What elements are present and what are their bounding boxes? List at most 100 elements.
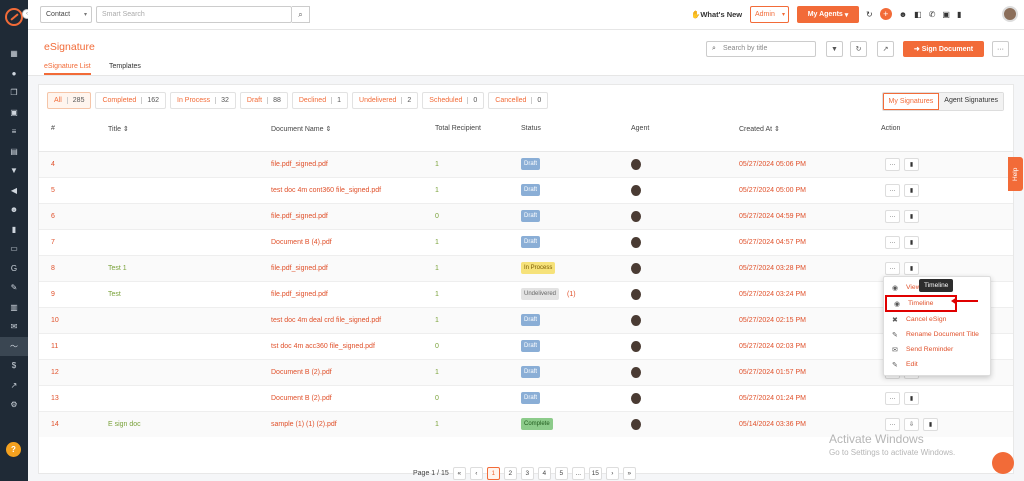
add-icon[interactable]: + [879,8,892,20]
delete-icon[interactable]: ▮ [904,210,919,223]
more-actions-button[interactable]: ··· [885,210,900,223]
filter-scheduled[interactable]: Scheduled 0 [422,92,485,109]
row-document-name[interactable]: test doc 4m cont360 file_signed.pdf [271,187,381,194]
filter-icon[interactable]: ▼ [0,161,28,181]
filter-all[interactable]: All 285 [47,92,92,109]
filter-cancelled[interactable]: Cancelled 0 [488,92,549,109]
prev-page-button[interactable]: ‹ [469,467,483,480]
menu-item-cancel-esign[interactable]: ✖ Cancel eSign [884,312,990,327]
row-document-name[interactable]: tst doc 4m acc360 file_signed.pdf [271,343,375,350]
my-signatures-button[interactable]: My Signatures [882,93,940,110]
first-page-button[interactable]: « [452,467,466,480]
more-actions-button[interactable]: ··· [885,236,900,249]
more-actions-button[interactable]: ··· [885,262,900,275]
row-document-name[interactable]: Document B (2).pdf [271,395,332,402]
whats-new-link[interactable]: ✋What's New [691,10,742,19]
settings-icon[interactable]: ⚙ [0,395,28,415]
col-created-at[interactable]: Created At ⇕ [739,125,780,133]
sign-document-button[interactable]: ➜ Sign Document [903,41,984,57]
tab-templates[interactable]: Templates [109,63,141,70]
next-page-button[interactable]: › [605,467,619,480]
user-avatar[interactable] [1002,6,1018,22]
row-document-name[interactable]: test doc 4m deal crd file_signed.pdf [271,317,381,324]
title-search-input[interactable]: ⌕ Search by title [706,41,816,57]
row-document-name[interactable]: file.pdf_signed.pdf [271,265,328,272]
more-actions-button[interactable]: ··· [885,392,900,405]
mail-icon[interactable]: ✉ [0,317,28,337]
google-icon[interactable]: G [0,259,28,279]
filter-button[interactable]: ▼ [826,41,843,57]
col-title[interactable]: Title ⇕ [108,125,129,133]
trash-icon[interactable]: ▮ [957,10,961,19]
page-button[interactable]: 5 [554,467,568,480]
col-document-name[interactable]: Document Name ⇕ [271,125,331,133]
refresh-icon[interactable]: ↻ [866,10,873,19]
page-button[interactable]: 3 [520,467,534,480]
page-button[interactable]: 1 [486,467,500,480]
toggle-icon[interactable]: ◧ [914,10,922,19]
chip-icon[interactable]: ▣ [942,10,950,19]
dashboard-icon[interactable]: ▦ [0,44,28,64]
more-actions-button[interactable]: ··· [885,184,900,197]
pen-icon[interactable]: ✎ [0,278,28,298]
calendar2-icon[interactable]: ▥ [0,298,28,318]
trend-icon[interactable]: ↗ [0,376,28,396]
filter-completed[interactable]: Completed 162 [95,92,167,109]
dollar-icon[interactable]: $ [0,356,28,376]
my-agents-button[interactable]: My Agents ▾ [797,6,859,23]
refresh-button[interactable]: ↻ [850,41,867,57]
row-document-name[interactable]: Document B (4).pdf [271,239,332,246]
calendar-icon[interactable]: ▣ [0,103,28,123]
last-page-button[interactable]: » [622,467,636,480]
row-document-name[interactable]: file.pdf_signed.pdf [271,161,328,168]
menu-item-timeline[interactable]: ◉ Timeline [885,295,957,312]
delete-icon[interactable]: ▮ [904,184,919,197]
delete-icon[interactable]: ▮ [904,158,919,171]
row-document-name[interactable]: Document B (2).pdf [271,369,332,376]
search-icon[interactable]: ⌕ [292,6,310,23]
row-document-name[interactable]: sample (1) (1) (2).pdf [271,421,337,428]
more-button[interactable]: ··· [992,41,1009,57]
copy-icon[interactable]: ❐ [0,83,28,103]
filter-declined[interactable]: Declined 1 [291,92,349,109]
page-button[interactable]: 4 [537,467,551,480]
page-button[interactable]: 15 [588,467,602,480]
delete-icon[interactable]: ▮ [923,418,938,431]
filter-undelivered[interactable]: Undelivered 2 [352,92,419,109]
help-circle-icon[interactable]: ? [6,442,21,457]
more-actions-button[interactable]: ··· [885,158,900,171]
help-tab[interactable]: Help [1008,157,1023,191]
delete-icon[interactable]: ▮ [904,236,919,249]
megaphone-icon[interactable]: ◀ [0,181,28,201]
esignature-icon[interactable]: 〜 [0,336,28,356]
user-icon[interactable]: ☻ [899,10,907,19]
filter-in-process[interactable]: In Process 32 [170,92,236,109]
delete-icon[interactable]: ▮ [904,392,919,405]
more-actions-button[interactable]: ··· [885,418,900,431]
row-document-name[interactable]: file.pdf_signed.pdf [271,291,328,298]
report-icon[interactable]: ▤ [0,142,28,162]
context-select[interactable]: Contact ▾ [40,6,92,23]
bar-chart-icon[interactable]: ▮ [0,220,28,240]
col-number[interactable]: # [51,125,55,132]
chat-icon[interactable] [992,452,1014,474]
menu-item-send-reminder[interactable]: ✉ Send Reminder [884,342,990,357]
role-select[interactable]: Admin ▾ [750,6,789,23]
menu-item-rename-title[interactable]: ✎ Rename Document Title [884,327,990,342]
users-icon[interactable]: ☻ [0,200,28,220]
smart-search-input[interactable]: Smart Search [96,6,292,23]
status-badge: In Process [521,262,556,274]
tab-esignature-list[interactable]: eSignature List [44,63,91,75]
folder-icon[interactable]: ▭ [0,239,28,259]
chart-button[interactable]: ↗ [877,41,894,57]
menu-item-edit[interactable]: ✎ Edit [884,357,990,372]
contacts-icon[interactable]: ● [0,64,28,84]
page-button[interactable]: 2 [503,467,517,480]
phone-icon[interactable]: ✆ [929,10,936,19]
delete-icon[interactable]: ▮ [904,262,919,275]
agent-signatures-button[interactable]: Agent Signatures [939,93,1003,110]
row-document-name[interactable]: file.pdf_signed.pdf [271,213,328,220]
download-icon[interactable]: ⇩ [904,418,919,431]
filter-draft[interactable]: Draft 88 [239,92,288,109]
list-icon[interactable]: ≡ [0,122,28,142]
